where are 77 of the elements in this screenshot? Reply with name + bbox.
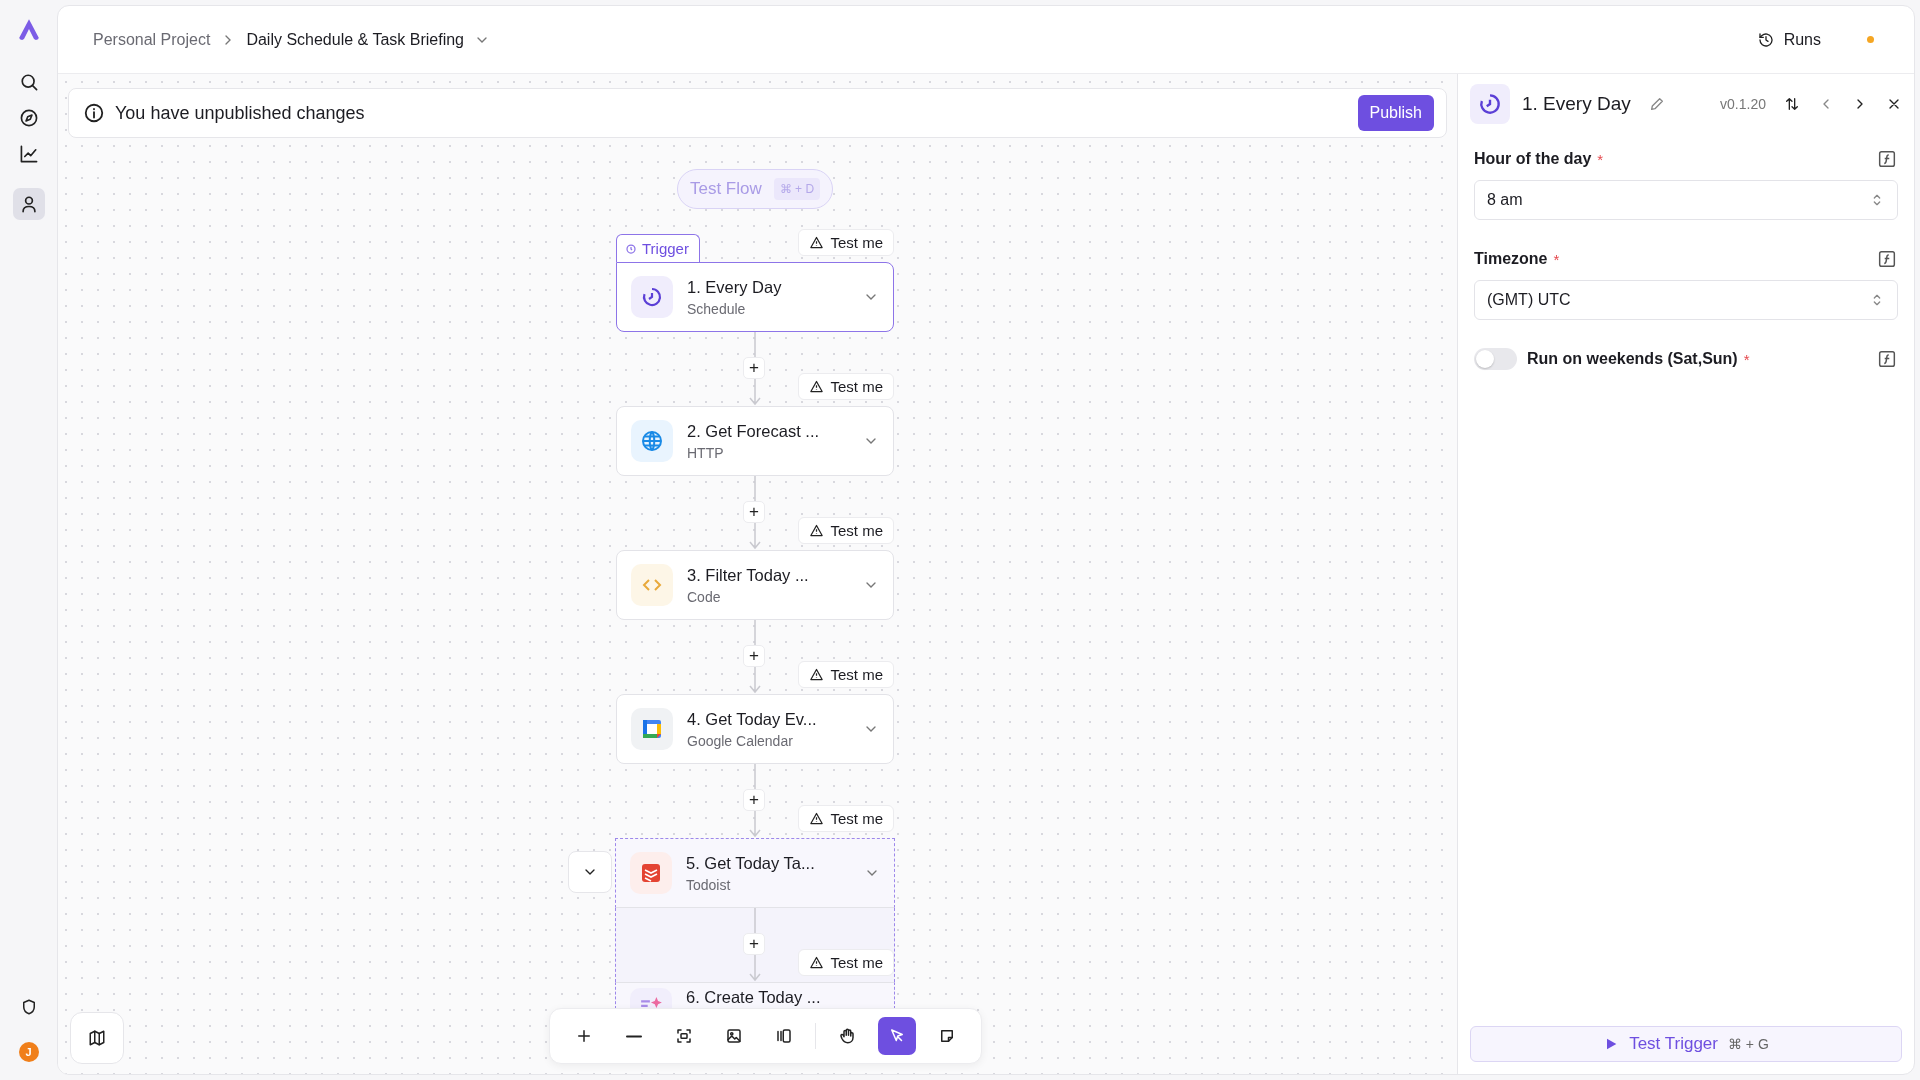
step-title: 2. Get Forecast ... <box>687 421 821 441</box>
required-mark: * <box>1553 250 1560 268</box>
swap-icon[interactable] <box>1784 96 1800 112</box>
info-icon <box>83 102 105 124</box>
select-field[interactable]: (GMT) UTC <box>1474 280 1898 320</box>
add-step-button[interactable]: + <box>743 933 765 955</box>
step-card[interactable]: 1. Every Day Schedule <box>616 262 894 332</box>
step-card[interactable]: 6. Create Today ... <box>615 982 895 1009</box>
step-title: 3. Filter Today ... <box>687 565 810 585</box>
formula-icon[interactable] <box>1876 348 1898 370</box>
formula-icon[interactable] <box>1876 248 1898 270</box>
trigger-tag: Trigger <box>616 234 700 262</box>
test-me-button[interactable]: Test me <box>798 805 894 832</box>
clock-icon <box>1477 91 1503 117</box>
map-icon <box>88 1029 106 1047</box>
warning-icon <box>809 235 825 250</box>
version-label: v0.1.20 <box>1720 96 1766 112</box>
select-field[interactable]: 8 am <box>1474 180 1898 220</box>
map-button[interactable] <box>70 1012 124 1064</box>
step-card[interactable]: 3. Filter Today ... Code <box>616 550 894 620</box>
status-dot <box>1867 36 1874 43</box>
add-step-button[interactable]: + <box>743 357 765 379</box>
clock-icon <box>640 285 664 309</box>
step-type: Schedule <box>687 300 747 317</box>
trigger-icon <box>625 242 637 255</box>
image-icon <box>725 1027 743 1045</box>
pointer-tool-button[interactable] <box>878 1017 916 1055</box>
test-me-button[interactable]: Test me <box>798 949 894 976</box>
user-icon[interactable] <box>12 188 45 220</box>
step-type: HTTP <box>687 444 725 461</box>
history-icon <box>1757 31 1774 48</box>
fit-view-icon <box>675 1027 693 1045</box>
panel-title: 1. Every Day <box>1522 93 1631 115</box>
step-type: Todoist <box>686 876 732 893</box>
plus-icon <box>575 1027 593 1045</box>
panel-icon <box>775 1027 793 1045</box>
banner-message: You have unpublished changes <box>115 102 366 124</box>
publish-button[interactable]: Publish <box>1357 95 1434 131</box>
field-label: Run on weekends (Sat,Sun) <box>1527 350 1738 368</box>
required-mark: * <box>1743 350 1750 368</box>
field-label: Hour of the day <box>1474 150 1592 168</box>
add-step-button[interactable]: + <box>743 501 765 523</box>
step-card[interactable]: 2. Get Forecast ... HTTP <box>616 406 894 476</box>
runs-button[interactable]: Runs <box>1751 24 1827 55</box>
minus-icon <box>626 1034 642 1038</box>
step-type: Google Calendar <box>687 732 794 749</box>
globe-icon <box>640 429 664 453</box>
step-title: 6. Create Today ... <box>686 988 822 1007</box>
add-step-button[interactable]: + <box>743 789 765 811</box>
breadcrumb-link[interactable]: Personal Project <box>93 30 211 49</box>
test-me-button[interactable]: Test me <box>798 373 894 400</box>
sparkle-icon <box>639 996 663 1008</box>
add-step-button[interactable]: + <box>743 645 765 667</box>
test-me-button[interactable]: Test me <box>798 229 894 256</box>
warning-icon <box>809 811 825 826</box>
toggle-switch[interactable] <box>1474 348 1517 370</box>
warning-icon <box>809 955 825 970</box>
field-label: Timezone <box>1474 250 1548 268</box>
edit-icon[interactable] <box>1648 96 1665 112</box>
step-card[interactable]: 4. Get Today Ev... Google Calendar <box>616 694 894 764</box>
step-title: 1. Every Day <box>687 277 783 297</box>
step-title: 5. Get Today Ta... <box>686 853 816 873</box>
formula-icon[interactable] <box>1876 148 1898 170</box>
flow-name[interactable]: Daily Schedule & Task Briefing <box>246 30 464 49</box>
step-type: Code <box>687 588 722 605</box>
calendar-icon <box>640 717 664 741</box>
step-title: 4. Get Today Ev... <box>687 709 818 729</box>
test-me-button[interactable]: Test me <box>798 517 894 544</box>
test-me-button[interactable]: Test me <box>798 661 894 688</box>
hand-icon <box>838 1027 856 1045</box>
stacked-layers-icon <box>639 861 663 885</box>
note-icon <box>938 1027 956 1045</box>
warning-icon <box>809 379 825 394</box>
warning-icon <box>809 667 825 682</box>
required-mark: * <box>1597 150 1604 168</box>
test-trigger-button[interactable]: Test Trigger ⌘ + G <box>1470 1026 1902 1062</box>
warning-icon <box>809 523 825 538</box>
